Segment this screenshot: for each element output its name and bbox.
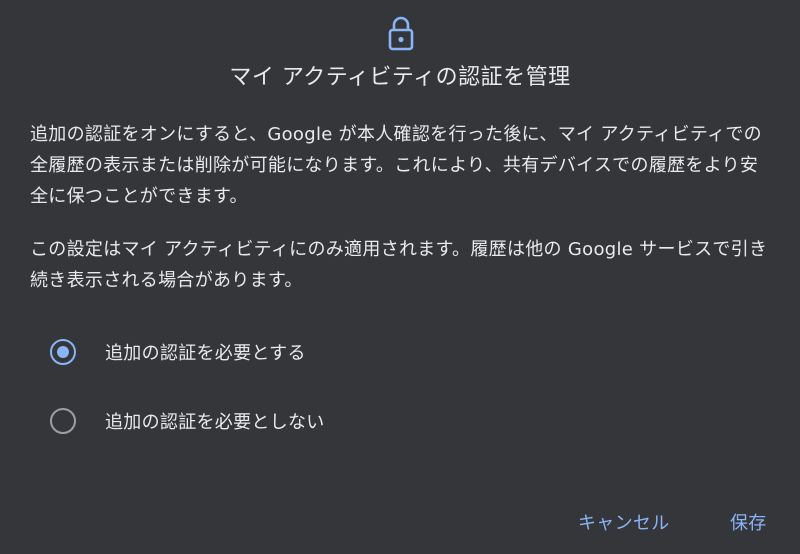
scope-note-paragraph: この設定はマイ アクティビティにのみ適用されます。履歴は他の Google サー… xyxy=(30,239,768,291)
description-paragraph: 追加の認証をオンにすると、Google が本人確認を行った後に、マイ アクティビ… xyxy=(30,124,762,207)
save-button[interactable]: 保存 xyxy=(730,508,767,540)
radio-unselected-icon[interactable] xyxy=(50,408,76,434)
option-label: 追加の認証を必要とする xyxy=(105,343,306,364)
radio-selected-icon[interactable] xyxy=(50,339,76,365)
option-label: 追加の認証を必要としない xyxy=(105,412,325,433)
cancel-button[interactable]: キャンセル xyxy=(578,508,670,540)
option-require-verification[interactable]: 追加の認証を必要とする xyxy=(50,337,550,367)
option-no-verification[interactable]: 追加の認証を必要としない xyxy=(50,406,550,436)
lock-icon xyxy=(387,16,415,52)
dialog-title: マイ アクティビティの認証を管理 xyxy=(229,65,571,90)
verification-dialog: マイ アクティビティの認証を管理 追加の認証をオンにすると、Google が本人… xyxy=(0,0,800,554)
